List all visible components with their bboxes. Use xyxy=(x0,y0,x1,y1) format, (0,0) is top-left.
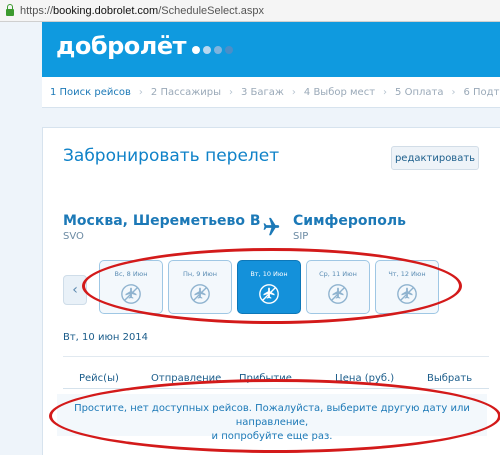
logo-dot xyxy=(203,46,211,54)
step-separator: › xyxy=(138,86,143,98)
selected-date-text: Вт, 10 июн 2014 xyxy=(63,332,149,343)
page-title: Забронировать перелет xyxy=(63,146,280,166)
url-scheme: https:// xyxy=(20,4,54,17)
lock-icon xyxy=(6,4,14,16)
divider xyxy=(63,356,489,357)
browser-address-bar[interactable]: https://booking.dobrolet.com/ScheduleSel… xyxy=(0,0,500,22)
step-payment: 5 Оплата xyxy=(395,86,444,98)
booking-card: Забронировать перелет редактировать Моск… xyxy=(42,127,500,455)
annotation-ellipse xyxy=(49,379,500,453)
logo-dot xyxy=(192,46,200,54)
booking-steps: 1 Поиск рейсов › 2 Пассажиры › 3 Багаж ›… xyxy=(42,77,500,108)
origin-city: Москва, Шереметьево В xyxy=(63,213,261,229)
edit-button[interactable]: редактировать xyxy=(391,146,479,170)
logo-dots xyxy=(192,46,233,54)
logo-dot xyxy=(214,46,222,54)
step-separator: › xyxy=(451,86,456,98)
step-separator: › xyxy=(228,86,233,98)
step-seat-selection: 4 Выбор мест xyxy=(303,86,376,98)
url-path: /ScheduleSelect.aspx xyxy=(158,4,265,17)
destination-code: SIP xyxy=(293,231,309,242)
annotation-ellipse xyxy=(82,248,462,324)
step-separator: › xyxy=(383,86,388,98)
url-text[interactable]: https://booking.dobrolet.com/ScheduleSel… xyxy=(20,5,264,17)
step-passengers: 2 Пассажиры xyxy=(150,86,221,98)
column-header-flights: Рейс(ы) xyxy=(79,373,119,384)
column-header-select: Выбрать xyxy=(427,373,473,384)
logo-dot xyxy=(225,46,233,54)
origin-code: SVO xyxy=(63,231,84,242)
destination-city: Симферополь xyxy=(293,213,406,229)
url-host: booking.dobrolet.com xyxy=(53,4,159,17)
chevron-left-icon: ‹ xyxy=(72,282,78,298)
step-search[interactable]: 1 Поиск рейсов xyxy=(50,87,131,98)
step-confirmation: 6 Подт xyxy=(463,86,500,98)
plane-icon xyxy=(259,216,281,242)
step-baggage: 3 Багаж xyxy=(240,86,284,98)
site-header: добролёт xyxy=(42,22,500,77)
site-logo[interactable]: добролёт xyxy=(56,32,187,60)
step-separator: › xyxy=(291,86,296,98)
